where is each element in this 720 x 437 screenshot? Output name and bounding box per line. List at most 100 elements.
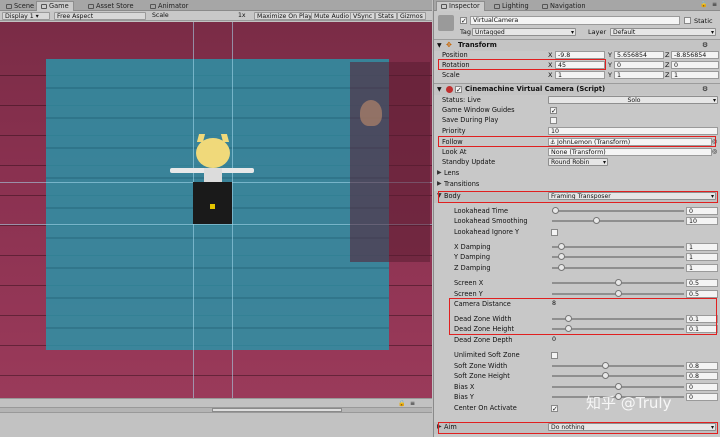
slider-thumb[interactable] [558, 264, 565, 271]
scale-y-field[interactable]: 1 [614, 71, 664, 79]
maximize-on-play-button[interactable]: Maximize On Play [254, 12, 315, 20]
lock-icon[interactable]: 🔒 [398, 400, 405, 407]
body-property-row: Unlimited Soft Zone [434, 350, 720, 360]
body-property-row: Soft Zone Height 0.8 [434, 371, 720, 381]
property-checkbox[interactable] [551, 229, 558, 236]
foldout-arrow-icon[interactable]: ▶ [437, 168, 442, 178]
property-slider[interactable] [552, 365, 684, 367]
property-value-field[interactable]: 0 [550, 336, 718, 344]
floor-plank [0, 362, 432, 376]
guide-line-vertical [232, 22, 233, 398]
inspector-icon [441, 4, 447, 9]
position-x-field[interactable]: -9.8 [555, 51, 605, 59]
tag-label: Tag [460, 28, 472, 36]
slider-thumb[interactable] [615, 290, 622, 297]
property-label: Lookahead Smoothing [454, 217, 528, 225]
solo-button[interactable]: Solo [548, 96, 718, 104]
layer-dropdown[interactable]: Default [610, 28, 716, 36]
body-property-row: Z Damping 1 [434, 263, 720, 273]
animator-icon [150, 3, 156, 9]
tab-scene[interactable]: Scene [2, 1, 38, 11]
object-name-field[interactable]: VirtualCamera [470, 16, 680, 25]
scale-z-field[interactable]: 1 [671, 71, 719, 79]
property-value-field[interactable]: 1 [686, 253, 718, 261]
tab-inspector[interactable]: Inspector [436, 1, 485, 11]
tab-navigation[interactable]: Navigation [538, 1, 590, 11]
standby-dropdown[interactable]: Round Robin [548, 158, 608, 166]
slider-thumb[interactable] [602, 362, 609, 369]
slider-thumb[interactable] [593, 217, 600, 224]
object-picker-icon[interactable]: ◎ [712, 147, 717, 157]
rotation-z-field[interactable]: 0 [671, 61, 719, 69]
foldout-arrow-icon[interactable]: ▶ [437, 179, 442, 189]
stats-button[interactable]: Stats [375, 12, 397, 20]
vsync-button[interactable]: VSync [350, 12, 376, 20]
menu-icon[interactable]: ≡ [712, 1, 717, 8]
tag-dropdown[interactable]: Untagged [472, 28, 576, 36]
transitions-foldout[interactable]: ▶ Transitions [434, 179, 720, 189]
tab-animator[interactable]: Animator [146, 1, 192, 11]
tab-game[interactable]: Game [36, 1, 74, 11]
property-value-field[interactable]: 0.8 [686, 372, 718, 380]
tab-asset-store[interactable]: Asset Store [84, 1, 138, 11]
position-y-field[interactable]: 5.656854 [614, 51, 664, 59]
property-slider[interactable] [552, 246, 684, 248]
slider-thumb[interactable] [615, 279, 622, 286]
property-value-field[interactable]: 0.8 [686, 362, 718, 370]
lookat-field[interactable]: None (Transform) [548, 148, 712, 156]
scale-x-field[interactable]: 1 [555, 71, 605, 79]
slider-thumb[interactable] [552, 207, 559, 214]
property-value-field[interactable]: 1 [686, 264, 718, 272]
property-slider[interactable] [552, 220, 684, 222]
property-slider[interactable] [552, 375, 684, 377]
mute-audio-button[interactable]: Mute Audio [311, 12, 353, 20]
property-slider[interactable] [552, 267, 684, 269]
property-slider[interactable] [552, 256, 684, 258]
property-slider[interactable] [552, 210, 684, 212]
standby-row: Standby Update Round Robin [434, 157, 720, 167]
property-checkbox[interactable]: ✓ [551, 405, 558, 413]
slider-thumb[interactable] [558, 243, 565, 250]
body-property-row: Lookahead Time 0 [434, 206, 720, 216]
property-value-field[interactable]: 10 [686, 217, 718, 225]
active-checkbox[interactable]: ✓ [460, 17, 467, 25]
lens-foldout[interactable]: ▶ Lens [434, 168, 720, 178]
menu-icon[interactable]: ≡ [410, 400, 415, 407]
slider-thumb[interactable] [602, 372, 609, 379]
settings-gear-icon[interactable]: ⚙ [702, 84, 708, 95]
tab-lighting[interactable]: Lighting [490, 1, 533, 11]
player-head [196, 138, 230, 168]
foldout-arrow-icon[interactable]: ▼ [437, 84, 442, 95]
vcam-component-header[interactable]: ▼ ✓ Cinemachine Virtual Camera (Script) … [434, 83, 720, 95]
component-enabled-checkbox[interactable]: ✓ [455, 86, 462, 94]
scrollbar-thumb[interactable] [212, 408, 342, 412]
gizmos-button[interactable]: Gizmos [397, 12, 426, 20]
property-label: Unlimited Soft Zone [454, 351, 520, 359]
rotation-highlight [438, 59, 606, 70]
aspect-dropdown[interactable]: Free Aspect [54, 12, 146, 20]
guides-checkbox[interactable]: ✓ [550, 107, 557, 115]
priority-field[interactable]: 10 [548, 127, 718, 135]
lock-icon[interactable]: 🔒 [700, 1, 707, 8]
property-label: Z Damping [454, 264, 491, 272]
guides-row: Game Window Guides ✓ [442, 106, 557, 115]
save-during-play-checkbox[interactable] [550, 117, 557, 124]
property-label: Y Damping [454, 253, 491, 261]
property-value-field[interactable]: 0.5 [686, 290, 718, 298]
rotation-y-field[interactable]: 0 [614, 61, 664, 69]
property-value-field[interactable]: 0 [686, 383, 718, 391]
property-checkbox[interactable] [551, 352, 558, 359]
display-dropdown[interactable]: Display 1 ▾ [2, 12, 50, 20]
static-label: Static [694, 17, 713, 25]
body-property-row: Bias Y 0 [434, 392, 720, 402]
slider-thumb[interactable] [615, 383, 622, 390]
property-value-field[interactable]: 0 [686, 393, 718, 401]
game-viewport[interactable] [0, 22, 432, 398]
game-icon [41, 4, 47, 9]
property-value-field[interactable]: 0 [686, 207, 718, 215]
property-value-field[interactable]: 1 [686, 243, 718, 251]
static-checkbox[interactable] [684, 17, 691, 24]
property-value-field[interactable]: 0.5 [686, 279, 718, 287]
position-z-field[interactable]: -8.856854 [671, 51, 719, 59]
slider-thumb[interactable] [558, 253, 565, 260]
